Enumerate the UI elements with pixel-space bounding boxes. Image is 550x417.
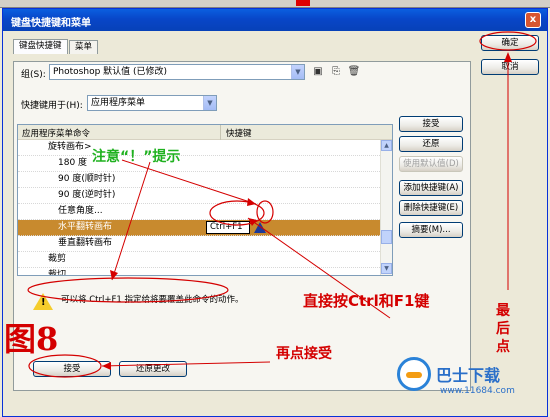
tab-label: 键盘快捷键 (19, 41, 62, 51)
annotation-figure: 图8 (4, 320, 59, 358)
site-logo-icon (397, 357, 431, 391)
annotation-last-1: 最 (496, 303, 510, 319)
annotation-last-3: 点 (496, 339, 510, 355)
annotation-press-keys: 直接按Ctrl和F1键 (303, 292, 430, 310)
annotation-last-2: 后 (496, 321, 510, 337)
watermark-url: www.11684.com (440, 386, 515, 396)
annotation-click-accept: 再点接受 (276, 346, 332, 362)
tab-keyboard-shortcuts[interactable]: 键盘快捷键 (13, 39, 68, 54)
annotation-attention: 注意“！”提示 (92, 149, 181, 165)
annotation-overlay (27, 31, 537, 378)
watermark-site: 巴士下载 (436, 366, 501, 385)
